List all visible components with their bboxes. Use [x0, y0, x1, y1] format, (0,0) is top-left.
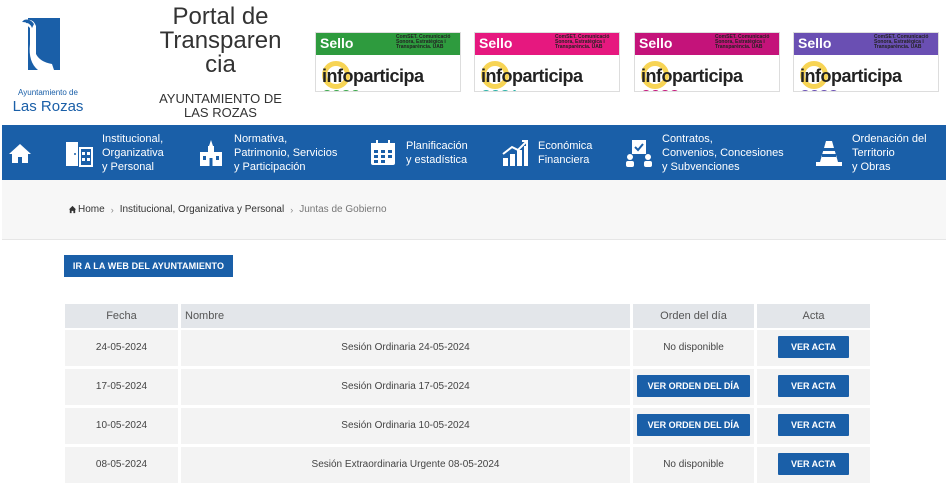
- cell-fecha: 08-05-2024: [65, 447, 178, 483]
- badge-brand: infoparticipa 2020: [322, 66, 460, 91]
- nav-item-label: Planificación y estadística: [406, 139, 468, 166]
- badge-comset-text: ComSET. Comunicació Sonora, Estratègica …: [874, 34, 929, 50]
- go-to-ayuntamiento-web-button[interactable]: IR A LA WEB DEL AYUNTAMIENTO: [64, 255, 233, 277]
- nav-item-label: Contratos, Convenios, Concesiones y Subv…: [662, 132, 784, 173]
- orden-unavailable-text: No disponible: [663, 342, 724, 353]
- badge-comset-text: ComSET. Comunicació Sonora, Estratègica …: [715, 34, 770, 50]
- infoparticipa-badge-2021[interactable]: Sello ComSET. Comunicació Sonora, Estrat…: [474, 32, 620, 92]
- badge-year: 2021: [481, 87, 520, 91]
- badge-year: 2023: [800, 87, 839, 91]
- badge-sello-text: Sello: [479, 35, 513, 51]
- badge-sello-text: Sello: [320, 35, 354, 51]
- cell-orden: VER ORDEN DEL DÍA: [633, 408, 754, 444]
- nav-item-label: Institucional, Organizativa y Personal: [102, 132, 164, 173]
- infoparticipa-badge-2022[interactable]: Sello ComSET. Comunicació Sonora, Estrat…: [634, 32, 780, 92]
- town-hall-icon: [200, 139, 222, 166]
- portal-title-line: Transparen: [159, 27, 282, 54]
- ver-orden-del-dia-button[interactable]: VER ORDEN DEL DÍA: [637, 375, 750, 398]
- logo-small-text: Ayuntamiento de: [18, 88, 78, 97]
- cell-acta: VER ACTA: [757, 447, 870, 483]
- breadcrumb-home-link[interactable]: Home: [78, 204, 105, 215]
- chevron-right-icon: ›: [290, 204, 294, 215]
- badge-brand-name: infoparticipa: [481, 66, 583, 86]
- nav-item-label: Económica Financiera: [538, 139, 593, 166]
- nav-item-label: Normativa, Patrimonio, Servicios y Parti…: [234, 132, 338, 173]
- nav-item-contratos[interactable]: Contratos, Convenios, Concesiones y Subv…: [624, 125, 784, 180]
- breadcrumb-current: Juntas de Gobierno: [299, 204, 387, 215]
- cell-nombre: Sesión Ordinaria 24-05-2024: [181, 330, 630, 366]
- column-header-nombre: Nombre: [181, 304, 630, 328]
- portal-title-line: cia: [205, 51, 236, 78]
- badge-brand: infoparticipa 2023: [800, 66, 938, 91]
- badge-brand-name: infoparticipa: [800, 66, 902, 86]
- cell-fecha: 10-05-2024: [65, 408, 178, 444]
- traffic-cone-icon: [816, 140, 842, 166]
- nav-item-planificacion[interactable]: Planificación y estadística: [368, 125, 468, 180]
- badge-comset-text: ComSET. Comunicació Sonora, Estratègica …: [396, 34, 451, 50]
- ver-orden-del-dia-button[interactable]: VER ORDEN DEL DÍA: [637, 414, 750, 437]
- column-header-acta: Acta: [757, 304, 870, 328]
- cell-orden: No disponible: [633, 447, 754, 483]
- portal-title[interactable]: Portal de Transparen cia: [148, 5, 293, 77]
- badge-comset-text: ComSET. Comunicació Sonora, Estratègica …: [555, 34, 610, 50]
- infoparticipa-badge-2020[interactable]: Sello ComSET. Comunicació Sonora, Estrat…: [315, 32, 461, 92]
- portal-title-line: Portal de: [172, 3, 269, 30]
- chevron-right-icon: ›: [110, 204, 114, 215]
- cell-nombre: Sesión Ordinaria 10-05-2024: [181, 408, 630, 444]
- nav-item-normativa[interactable]: Normativa, Patrimonio, Servicios y Parti…: [196, 125, 337, 180]
- home-icon[interactable]: [8, 142, 32, 164]
- cell-acta: VER ACTA: [757, 369, 870, 405]
- contract-people-icon: [626, 139, 652, 167]
- home-icon: [68, 205, 77, 214]
- badge-year: 2022: [641, 87, 680, 91]
- badge-brand-name: infoparticipa: [641, 66, 743, 86]
- cell-orden: VER ORDEN DEL DÍA: [633, 369, 754, 405]
- ver-acta-button[interactable]: VER ACTA: [778, 453, 849, 476]
- nav-item-ordenacion[interactable]: Ordenación del Territorio y Obras: [814, 125, 927, 180]
- logo-big-text: Las Rozas: [12, 98, 84, 115]
- badge-sello-text: Sello: [798, 35, 832, 51]
- ver-acta-button[interactable]: VER ACTA: [778, 414, 849, 437]
- stork-emblem-icon: [22, 18, 60, 70]
- portal-subtitle: AYUNTAMIENTO DE LAS ROZAS: [148, 92, 293, 120]
- badge-brand: infoparticipa 2022: [641, 66, 779, 91]
- las-rozas-logo[interactable]: Ayuntamiento de Las Rozas: [8, 14, 83, 115]
- growth-chart-icon: [502, 139, 528, 166]
- cell-acta: VER ACTA: [757, 408, 870, 444]
- breadcrumb: Home › Institucional, Organizativa y Per…: [68, 204, 387, 215]
- breadcrumb-section-link[interactable]: Institucional, Organizativa y Personal: [120, 204, 285, 215]
- badge-brand: infoparticipa 2021: [481, 66, 619, 91]
- column-header-fecha: Fecha: [65, 304, 178, 328]
- infoparticipa-badge-2023[interactable]: Sello ComSET. Comunicació Sonora, Estrat…: [793, 32, 939, 92]
- nav-item-economica[interactable]: Económica Financiera: [500, 125, 592, 180]
- main-nav: Institucional, Organizativa y Personal N…: [2, 125, 946, 180]
- badge-brand-name: infoparticipa: [322, 66, 424, 86]
- site-header: Ayuntamiento de Las Rozas Portal de Tran…: [0, 0, 948, 125]
- cell-fecha: 17-05-2024: [65, 369, 178, 405]
- building-door-icon: [66, 141, 93, 167]
- column-header-orden: Orden del día: [633, 304, 754, 328]
- badge-year: 2020: [322, 87, 361, 91]
- badge-sello-text: Sello: [639, 35, 673, 51]
- ver-acta-button[interactable]: VER ACTA: [778, 375, 849, 398]
- ver-acta-button[interactable]: VER ACTA: [778, 336, 849, 359]
- nav-item-institucional[interactable]: Institucional, Organizativa y Personal: [64, 125, 164, 180]
- nav-item-label: Ordenación del Territorio y Obras: [852, 132, 927, 173]
- cell-fecha: 24-05-2024: [65, 330, 178, 366]
- orden-unavailable-text: No disponible: [663, 459, 724, 470]
- cell-nombre: Sesión Ordinaria 17-05-2024: [181, 369, 630, 405]
- cell-orden: No disponible: [633, 330, 754, 366]
- portal-subtitle-line: LAS ROZAS: [184, 105, 257, 120]
- calendar-icon: [371, 139, 395, 165]
- cell-acta: VER ACTA: [757, 330, 870, 366]
- portal-subtitle-line: AYUNTAMIENTO DE: [159, 91, 282, 106]
- cell-nombre: Sesión Extraordinaria Urgente 08-05-2024: [181, 447, 630, 483]
